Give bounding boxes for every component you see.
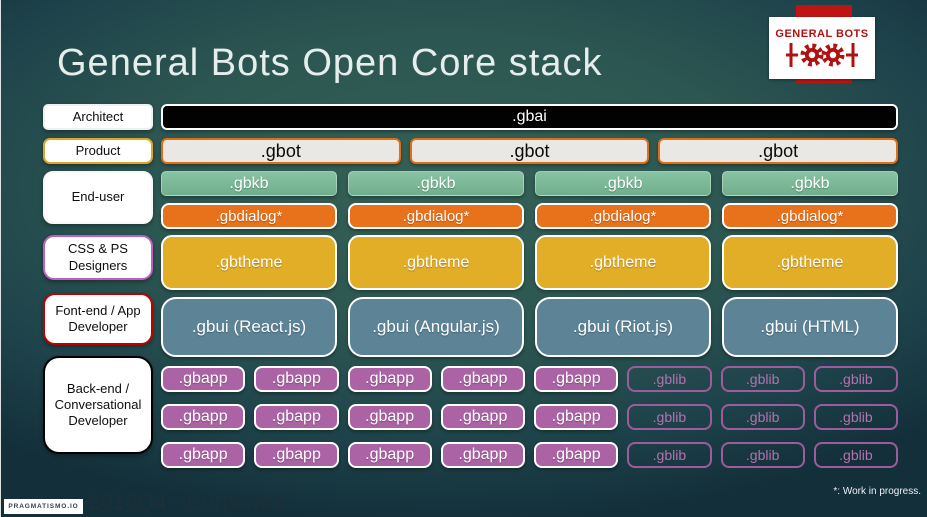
gbkb-block: .gbkb (722, 171, 898, 196)
gblib-block: .gblib (720, 442, 805, 468)
gbapp-block: .gbapp (254, 366, 339, 392)
gbtheme-block: .gbtheme (161, 235, 337, 290)
gblib-block: .gblib (720, 366, 805, 392)
gbapp-block: .gbapp (254, 404, 339, 430)
row-gbtheme: .gbtheme .gbtheme .gbtheme .gbtheme (161, 235, 898, 290)
gbot-block: .gbot (658, 138, 898, 164)
label-backend-conversational-developer: Back-end / Conversational Developer (43, 356, 153, 454)
gbui-riot-block: .gbui (Riot.js) (535, 297, 711, 357)
gbapp-block: .gbapp (534, 366, 619, 392)
gbapp-block: .gbapp (440, 404, 525, 430)
gblib-block: .gblib (720, 404, 805, 430)
gbapp-block: .gbapp (347, 442, 432, 468)
gbapp-block: .gbapp (347, 366, 432, 392)
label-end-user: End-user (43, 171, 153, 224)
label-frontend-app-developer: Font-end / App Developer (43, 293, 153, 345)
row-backend-3: .gbapp .gbapp .gbapp .gbapp .gbapp .gbli… (161, 442, 898, 468)
row-gbui: .gbui (React.js) .gbui (Angular.js) .gbu… (161, 297, 898, 357)
slide-title: General Bots Open Core stack (57, 42, 603, 84)
gbapp-block: .gbapp (161, 366, 246, 392)
gbui-react-block: .gbui (React.js) (161, 297, 337, 357)
gbui-html-block: .gbui (HTML) (722, 297, 898, 357)
gbapp-block: .gbapp (161, 442, 246, 468)
row-gbkb: .gbkb .gbkb .gbkb .gbkb (161, 171, 898, 196)
gbtheme-block: .gbtheme (535, 235, 711, 290)
row-backend-1: .gbapp .gbapp .gbapp .gbapp .gbapp .gbli… (161, 366, 898, 392)
gbot-block: .gbot (161, 138, 401, 164)
gblib-block: .gblib (813, 404, 898, 430)
gbapp-block: .gbapp (534, 442, 619, 468)
footer-text: 2018Q4 - Corporate (89, 491, 285, 514)
gbapp-block: .gbapp (440, 442, 525, 468)
gblib-block: .gblib (813, 366, 898, 392)
gblib-block: .gblib (627, 366, 712, 392)
gbdialog-block: .gbdialog* (348, 203, 524, 229)
row-product: .gbot .gbot .gbot (161, 138, 898, 164)
gears-icon (786, 42, 858, 67)
work-in-progress-note: *: Work in progress. (833, 486, 921, 497)
gbapp-block: .gbapp (440, 366, 525, 392)
gbkb-block: .gbkb (161, 171, 337, 196)
gbkb-block: .gbkb (348, 171, 524, 196)
slide: General Bots Open Core stack GENERAL BOT… (0, 0, 927, 517)
gbapp-block: .gbapp (161, 404, 246, 430)
gbapp-block: .gbapp (254, 442, 339, 468)
gbapp-block: .gbapp (347, 404, 432, 430)
pragmatismo-logo: PRAGMATISMO.IO (4, 499, 83, 514)
general-bots-logo: GENERAL BOTS (769, 17, 875, 79)
gblib-block: .gblib (813, 442, 898, 468)
gbdialog-block: .gbdialog* (161, 203, 337, 229)
gbtheme-block: .gbtheme (722, 235, 898, 290)
gbtheme-block: .gbtheme (348, 235, 524, 290)
gbai-block: .gbai (161, 104, 898, 130)
gbot-block: .gbot (409, 138, 650, 164)
label-product: Product (43, 138, 153, 164)
gblib-block: .gblib (627, 442, 712, 468)
gbapp-block: .gbapp (534, 404, 619, 430)
gbkb-block: .gbkb (535, 171, 711, 196)
label-css-ps-designers: CSS & PS Designers (43, 235, 153, 280)
logo-brand-text: GENERAL BOTS (775, 27, 869, 40)
gbui-angular-block: .gbui (Angular.js) (348, 297, 524, 357)
gblib-block: .gblib (627, 404, 712, 430)
gbdialog-block: .gbdialog* (535, 203, 711, 229)
row-architect: .gbai (161, 104, 898, 130)
row-backend-2: .gbapp .gbapp .gbapp .gbapp .gbapp .gbli… (161, 404, 898, 430)
label-architect: Architect (43, 104, 153, 130)
row-gbdialog: .gbdialog* .gbdialog* .gbdialog* .gbdial… (161, 203, 898, 229)
gbdialog-block: .gbdialog* (722, 203, 898, 229)
